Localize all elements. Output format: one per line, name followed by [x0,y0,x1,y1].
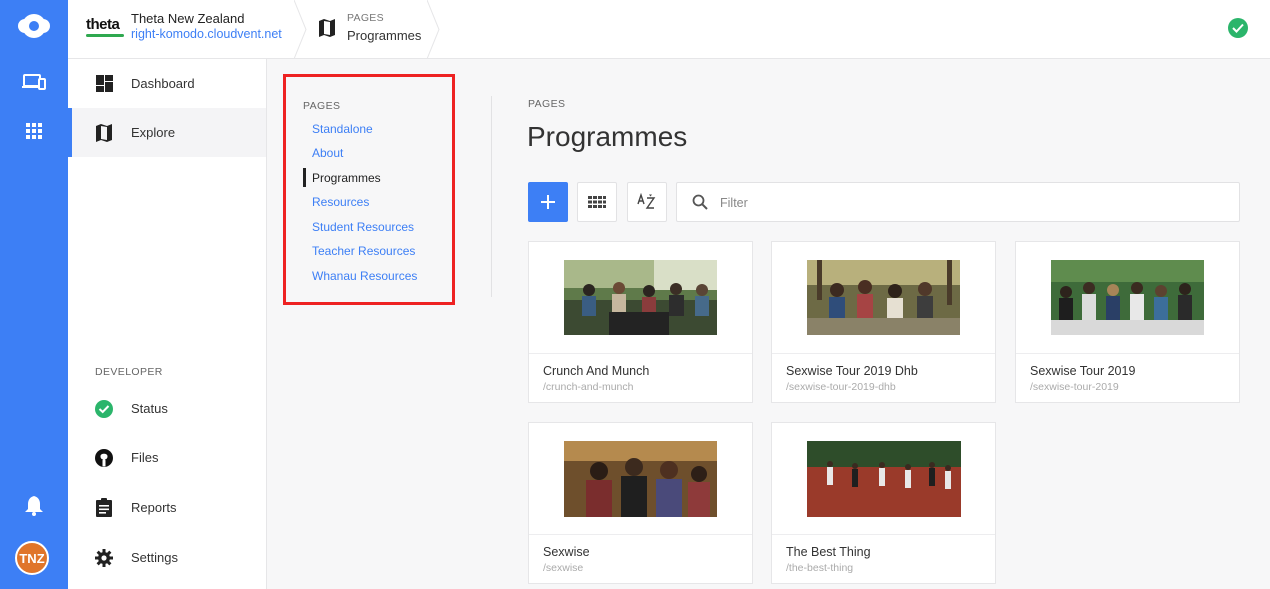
clipboard-icon [95,498,113,517]
logo-icon[interactable] [0,2,68,50]
page-card-slug: /sexwise [543,562,584,574]
breadcrumb-separator [294,0,307,59]
sidebar-item-status[interactable]: Status [68,384,266,433]
app-rail: TNZ [0,0,68,589]
photo-thumbnail-image [806,440,961,517]
sidebar-item-dashboard[interactable]: Dashboard [68,59,266,108]
tree-item-resources[interactable]: Resources [312,195,369,209]
plus-icon [541,195,555,209]
page-card-slug: /sexwise-tour-2019 [1030,381,1119,393]
tree-item-student-resources[interactable]: Student Resources [312,220,414,234]
sidebar-item-label: Dashboard [131,76,195,91]
photo-thumbnail-image [807,260,960,335]
grid-view-icon [588,196,606,208]
sidebar-item-label: Reports [131,500,177,515]
page-thumbnail [1016,242,1239,354]
photo-thumbnail-image [564,260,717,335]
section-label: PAGES [528,98,566,110]
tree-item-about[interactable]: About [312,146,343,160]
photo-thumbnail-image [564,440,717,517]
user-avatar[interactable]: TNZ [15,541,49,575]
sort-az-icon [637,193,656,209]
sidebar-item-label: Files [131,450,159,465]
apps-grid-icon[interactable] [0,107,68,155]
map-icon [318,19,336,42]
page-card[interactable]: The Best Thing /the-best-thing [771,422,996,584]
sidebar-item-explore[interactable]: Explore [68,108,266,157]
bell-icon[interactable] [0,482,68,530]
site-name: Theta New Zealand [131,11,245,26]
page-card[interactable]: Crunch And Munch /crunch-and-munch [528,241,753,403]
sidebar-item-files[interactable]: Files [68,433,266,482]
site-url-link[interactable]: right-komodo.cloudvent.net [131,27,282,41]
filter-field[interactable] [676,182,1240,222]
grid-view-button[interactable] [577,182,617,222]
brand-logo-text: theta [86,16,120,33]
page-card-slug: /the-best-thing [786,562,854,574]
page-card-slug: /sexwise-tour-2019-dhb [786,381,896,393]
sidebar-item-reports[interactable]: Reports [68,483,266,532]
page-thumbnail [529,423,752,535]
add-page-button[interactable] [528,182,568,222]
page-card-title: Crunch And Munch [543,364,650,378]
check-circle-icon [95,399,113,418]
sidebar-item-label: Explore [131,125,176,140]
page-title: Programmes [527,121,688,152]
developer-section-title: DEVELOPER [95,366,163,378]
pages-tree: PAGES Standalone About Programmes Resour… [283,74,455,305]
tree-item-standalone[interactable]: Standalone [312,122,373,136]
map-icon [95,123,113,142]
page-card-title: Sexwise Tour 2019 Dhb [786,364,918,378]
tree-item-teacher-resources[interactable]: Teacher Resources [312,244,415,258]
breadcrumb-current[interactable]: Programmes [347,28,421,43]
page-card-title: Sexwise [543,545,590,559]
dashboard-icon [95,75,113,93]
page-card[interactable]: Sexwise /sexwise [528,422,753,584]
breadcrumb-separator [427,0,440,59]
search-icon [692,194,708,210]
tree-item-programmes[interactable]: Programmes [312,171,381,185]
page-card-slug: /crunch-and-munch [543,381,634,393]
current-item-marker [303,168,306,187]
top-bar: theta Theta New Zealand right-komodo.clo… [68,0,1270,59]
page-thumbnail [772,242,995,354]
devices-icon[interactable] [0,58,68,106]
tree-item-whanau-resources[interactable]: Whanau Resources [312,269,417,283]
page-thumbnail [529,242,752,354]
divider [491,96,492,297]
gear-icon [95,548,113,567]
sidebar-item-settings[interactable]: Settings [68,533,266,582]
photo-thumbnail-image [1051,260,1204,335]
page-card-title: Sexwise Tour 2019 [1030,364,1136,378]
breadcrumb-label: PAGES [347,12,384,24]
check-circle-icon[interactable] [1228,18,1248,38]
sort-az-button[interactable] [627,182,667,222]
filter-input[interactable] [720,192,1220,214]
github-icon [95,448,113,467]
brand-logo[interactable]: theta [86,16,124,37]
page-card[interactable]: Sexwise Tour 2019 Dhb /sexwise-tour-2019… [771,241,996,403]
sidebar: Dashboard Explore DEVELOPER Status Files… [68,59,267,589]
sidebar-item-label: Status [131,401,168,416]
page-card[interactable]: Sexwise Tour 2019 /sexwise-tour-2019 [1015,241,1240,403]
page-card-title: The Best Thing [786,545,871,559]
pages-tree-title: PAGES [303,100,341,112]
sidebar-item-label: Settings [131,550,178,565]
page-thumbnail [772,423,995,535]
